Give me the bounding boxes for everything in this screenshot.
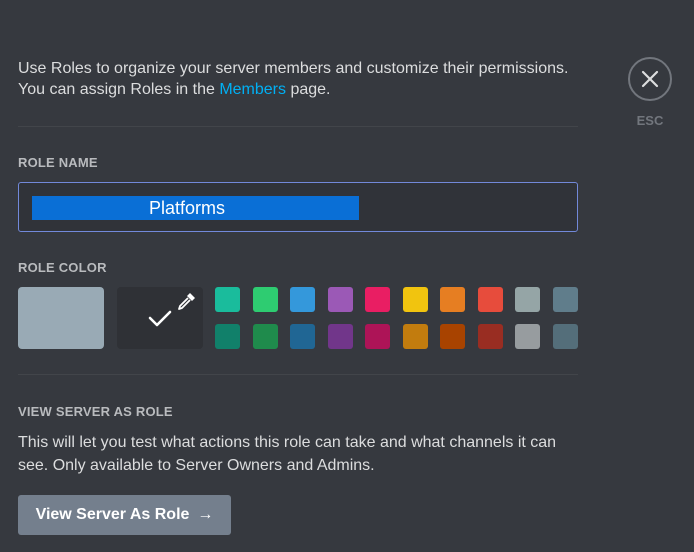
- eyedropper-icon[interactable]: [177, 291, 197, 311]
- arrow-right-icon: →: [197, 506, 214, 523]
- color-swatch[interactable]: [515, 324, 540, 349]
- color-swatch[interactable]: [215, 324, 240, 349]
- close-icon: [641, 70, 659, 88]
- role-color-label: ROLE COLOR: [18, 260, 107, 275]
- color-swatch[interactable]: [552, 324, 578, 349]
- color-swatch[interactable]: [252, 324, 278, 349]
- divider: [18, 374, 578, 375]
- view-as-role-label: VIEW SERVER AS ROLE: [18, 404, 173, 419]
- color-swatch[interactable]: [477, 324, 503, 349]
- close-button[interactable]: [628, 57, 672, 101]
- color-swatch[interactable]: [365, 287, 390, 312]
- intro-text: Use Roles to organize your server member…: [18, 58, 588, 100]
- color-swatch[interactable]: [290, 324, 315, 349]
- custom-color-swatch[interactable]: [117, 287, 203, 349]
- color-swatch[interactable]: [290, 287, 315, 312]
- divider: [18, 126, 578, 127]
- color-swatch[interactable]: [252, 287, 278, 312]
- color-swatch[interactable]: [515, 287, 540, 312]
- view-server-as-role-button[interactable]: View Server As Role →: [18, 495, 231, 535]
- color-swatch[interactable]: [477, 287, 503, 312]
- color-swatch[interactable]: [440, 324, 465, 349]
- default-color-swatch[interactable]: [18, 287, 104, 349]
- role-name-label: ROLE NAME: [18, 155, 98, 170]
- intro-text-after: page.: [286, 81, 331, 98]
- color-swatch[interactable]: [440, 287, 465, 312]
- color-swatch[interactable]: [215, 287, 240, 312]
- color-swatch[interactable]: [365, 324, 390, 349]
- color-swatch[interactable]: [402, 324, 428, 349]
- color-swatch[interactable]: [552, 287, 578, 312]
- esc-label: ESC: [636, 113, 664, 128]
- color-swatch[interactable]: [402, 287, 428, 312]
- esc-close[interactable]: ESC: [628, 57, 672, 128]
- members-link[interactable]: Members: [219, 81, 286, 98]
- color-swatch[interactable]: [327, 287, 353, 312]
- view-server-as-role-button-label: View Server As Role: [35, 506, 190, 523]
- role-name-value: Platforms: [149, 198, 226, 218]
- role-name-selection: Platforms: [32, 196, 359, 220]
- color-swatch[interactable]: [327, 324, 353, 349]
- view-as-role-description: This will let you test what actions this…: [18, 434, 557, 474]
- role-name-input[interactable]: Platforms: [18, 182, 578, 232]
